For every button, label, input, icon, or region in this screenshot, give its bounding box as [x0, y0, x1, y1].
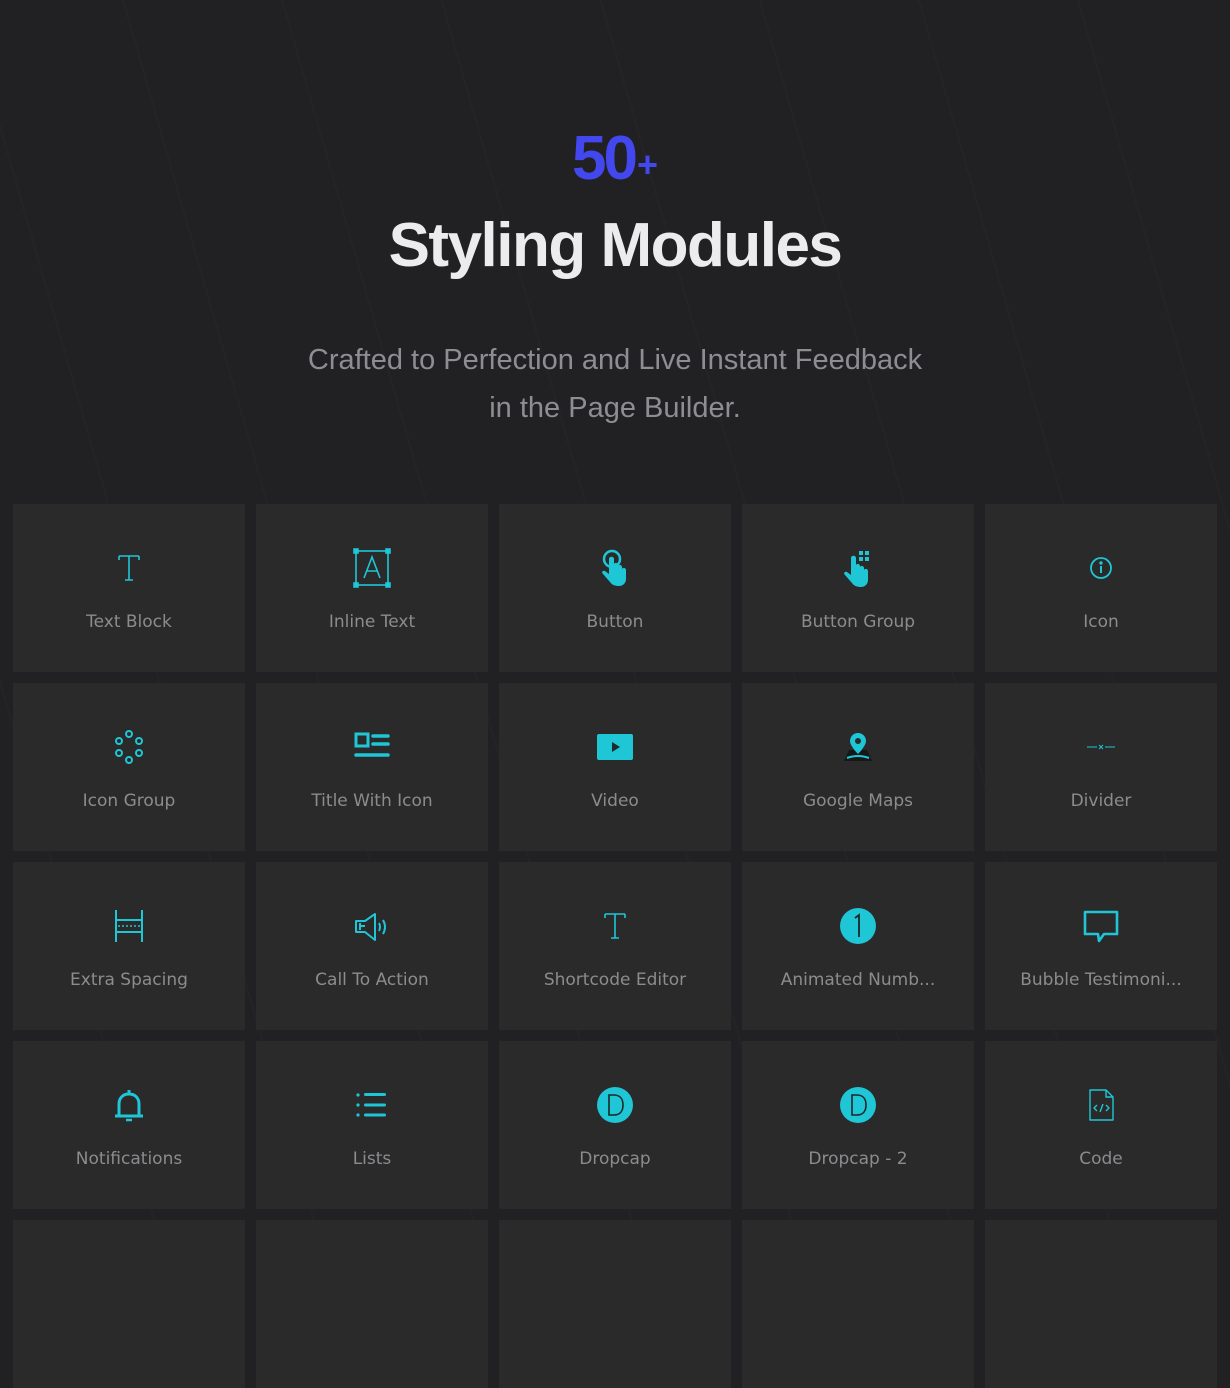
module-card-inline-text[interactable]: Inline Text	[256, 504, 488, 672]
module-card-notifications[interactable]: Notifications	[13, 1041, 245, 1209]
module-label: Animated Numb...	[780, 970, 936, 990]
list-icon	[352, 1085, 392, 1125]
module-card-animated-number[interactable]: Animated Numb...	[742, 862, 974, 1030]
hero-section: 50+ Styling Modules Crafted to Perfectio…	[0, 0, 1230, 500]
module-card-button[interactable]: Button	[499, 504, 731, 672]
module-label: Shortcode Editor	[543, 970, 687, 990]
divider-icon	[1081, 727, 1121, 767]
module-card-partial[interactable]	[256, 1220, 488, 1388]
module-card-shortcode-editor[interactable]: Shortcode Editor	[499, 862, 731, 1030]
text-t-icon	[109, 548, 149, 588]
module-label: Lists	[352, 1149, 392, 1169]
module-label: Dropcap	[579, 1149, 651, 1169]
module-label: Text Block	[86, 612, 172, 632]
module-count-number: 50	[572, 124, 638, 193]
tap-finger-icon	[595, 548, 635, 588]
module-card-title-with-icon[interactable]: Title With Icon	[256, 683, 488, 851]
module-label: Inline Text	[328, 612, 416, 632]
module-label: Button Group	[800, 612, 916, 632]
module-card-text-block[interactable]: Text Block	[13, 504, 245, 672]
module-card-partial[interactable]	[13, 1220, 245, 1388]
module-label: Icon Group	[82, 791, 176, 811]
video-play-icon	[595, 727, 635, 767]
module-card-dropcap[interactable]: Dropcap	[499, 1041, 731, 1209]
title-with-icon-icon	[352, 727, 392, 767]
module-card-partial[interactable]	[742, 1220, 974, 1388]
module-card-extra-spacing[interactable]: Extra Spacing	[13, 862, 245, 1030]
page-title: Styling Modules	[388, 211, 843, 280]
number-one-icon	[838, 906, 878, 946]
module-label: Icon	[1083, 612, 1119, 632]
speech-bubble-icon	[1081, 906, 1121, 946]
module-card-divider[interactable]: Divider	[985, 683, 1217, 851]
module-count: 50+	[0, 124, 1230, 200]
dots-circle-icon	[109, 727, 149, 767]
module-label: Google Maps	[802, 791, 914, 811]
module-card-call-to-action[interactable]: Call To Action	[256, 862, 488, 1030]
module-card-button-group[interactable]: Button Group	[742, 504, 974, 672]
info-circle-icon	[1081, 548, 1121, 588]
module-count-suffix: +	[636, 144, 658, 185]
code-file-icon	[1081, 1085, 1121, 1125]
module-card-bubble-testimonial[interactable]: Bubble Testimoni...	[985, 862, 1217, 1030]
module-card-google-maps[interactable]: Google Maps	[742, 683, 974, 851]
dropcap-icon	[595, 1085, 635, 1125]
module-label: Dropcap - 2	[808, 1149, 908, 1169]
module-label: Divider	[1070, 791, 1132, 811]
module-label: Extra Spacing	[70, 970, 188, 990]
subtitle-line-2: in the Page Builder.	[489, 392, 741, 424]
module-card-code[interactable]: Code	[985, 1041, 1217, 1209]
subtitle-line-1: Crafted to Perfection and Live Instant F…	[307, 344, 923, 376]
module-label: Call To Action	[315, 970, 429, 990]
module-card-icon-group[interactable]: Icon Group	[13, 683, 245, 851]
module-label: Title With Icon	[311, 791, 433, 811]
module-card-dropcap-2[interactable]: Dropcap - 2	[742, 1041, 974, 1209]
module-label: Notifications	[75, 1149, 183, 1169]
text-t-icon	[595, 906, 635, 946]
module-card-video[interactable]: Video	[499, 683, 731, 851]
module-label: Button	[586, 612, 644, 632]
bell-icon	[109, 1085, 149, 1125]
map-pin-icon	[838, 727, 878, 767]
tap-grid-icon	[838, 548, 878, 588]
dropcap-icon	[838, 1085, 878, 1125]
page-subtitle: Crafted to Perfection and Live Instant F…	[0, 336, 1230, 432]
module-label: Video	[591, 791, 639, 811]
spacing-icon	[109, 906, 149, 946]
module-card-partial[interactable]	[499, 1220, 731, 1388]
module-label: Bubble Testimoni...	[1020, 970, 1182, 990]
module-label: Code	[1079, 1149, 1123, 1169]
modules-grid: Text Block Inline Text Button Button Gro…	[13, 504, 1217, 1388]
module-card-lists[interactable]: Lists	[256, 1041, 488, 1209]
megaphone-icon	[352, 906, 392, 946]
module-card-partial[interactable]	[985, 1220, 1217, 1388]
module-card-icon[interactable]: Icon	[985, 504, 1217, 672]
inline-text-icon	[352, 548, 392, 588]
